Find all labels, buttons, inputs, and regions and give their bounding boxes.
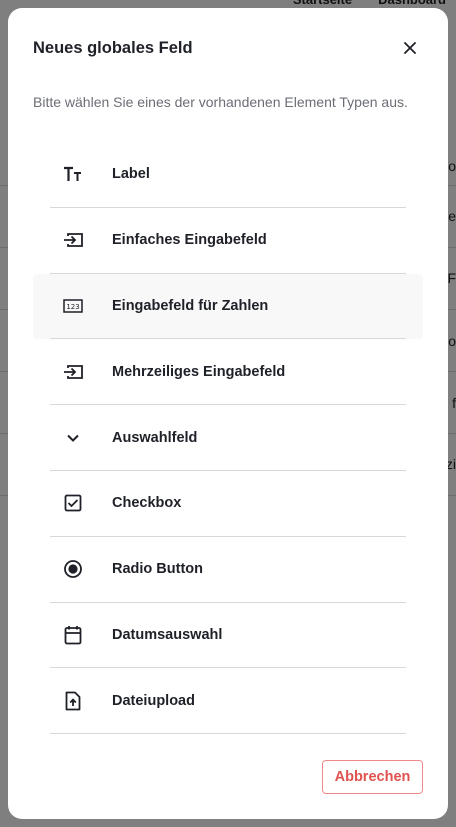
element-type-label-text: Datumsauswahl: [112, 626, 223, 643]
close-button[interactable]: [400, 38, 420, 58]
element-type-file-upload[interactable]: Dateiupload: [33, 668, 423, 735]
chevron-down-icon: [62, 427, 84, 449]
number-input-icon: 123: [62, 295, 84, 317]
calendar-icon: [62, 624, 84, 646]
element-type-checkbox[interactable]: Checkbox: [33, 471, 423, 537]
element-type-label-text: Mehrzeiliges Eingabefeld: [112, 363, 286, 380]
cancel-button[interactable]: Abbrechen: [322, 760, 423, 794]
dialog-description: Bitte wählen Sie eines der vorhandenen E…: [33, 94, 408, 110]
svg-text:123: 123: [66, 303, 79, 311]
radio-icon: [62, 558, 84, 580]
element-type-label-text: Radio Button: [112, 561, 204, 578]
dialog-title: Neues globales Feld: [33, 39, 193, 57]
close-icon: [404, 42, 416, 54]
element-type-label-text: Dateiupload: [112, 692, 195, 709]
element-type-number-input[interactable]: 123 Eingabefeld für Zahlen: [33, 273, 423, 340]
input-icon: [62, 361, 84, 383]
element-type-label[interactable]: Label: [33, 142, 423, 208]
checkbox-icon: [62, 492, 84, 514]
input-icon: [62, 229, 84, 251]
element-type-label-text: Einfaches Eingabefeld: [112, 232, 267, 249]
element-type-label-text: Eingabefeld für Zahlen: [112, 297, 269, 314]
element-type-list: Label Einfaches Eingabefeld 123 Eingabef…: [33, 142, 423, 735]
element-type-multiline-input[interactable]: Mehrzeiliges Eingabefeld: [33, 339, 423, 406]
element-type-label-text: Label: [112, 166, 150, 183]
element-type-datepicker[interactable]: Datumsauswahl: [33, 603, 423, 669]
element-type-simple-input[interactable]: Einfaches Eingabefeld: [33, 208, 423, 274]
element-type-label-text: Auswahlfeld: [112, 429, 198, 446]
text-icon: [62, 163, 84, 185]
element-type-select[interactable]: Auswahlfeld: [33, 405, 423, 471]
file-upload-icon: [62, 690, 84, 712]
new-global-field-dialog: Neues globales Feld Bitte wählen Sie ein…: [8, 8, 448, 819]
element-type-radio[interactable]: Radio Button: [33, 537, 423, 603]
element-type-label-text: Checkbox: [112, 495, 182, 512]
